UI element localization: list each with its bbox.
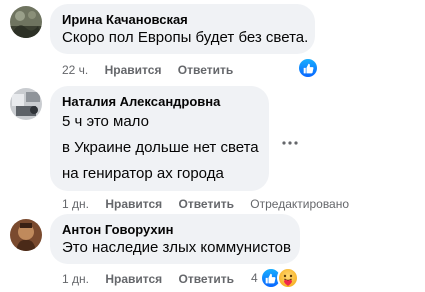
comment-actions: 1 дн. Нравится Ответить Отредактировано <box>62 196 349 212</box>
reaction-count: 4 <box>251 271 258 285</box>
author-name[interactable]: Наталия Александровна <box>62 94 257 110</box>
author-name[interactable]: Ирина Качановская <box>62 12 303 28</box>
comment-text-line-3: на гениратор ах города <box>62 165 224 182</box>
like-reaction-icon <box>297 57 319 79</box>
comment-bubble: Ирина Качановская Скоро пол Европы будет… <box>50 4 315 54</box>
avatar[interactable] <box>10 6 42 38</box>
like-button[interactable]: Нравится <box>105 196 162 212</box>
care-reaction-icon <box>276 267 299 289</box>
comment-actions: 1 дн. Нравится Ответить <box>62 271 247 287</box>
comment-actions: 22 ч. Нравится Ответить <box>62 62 246 78</box>
like-button[interactable]: Нравится <box>105 271 162 287</box>
comment-text-line-1: 5 ч это мало <box>62 113 149 130</box>
more-options-icon[interactable] <box>276 135 304 155</box>
edited-label: Отредактировано <box>250 197 350 211</box>
avatar[interactable] <box>10 88 42 120</box>
timestamp[interactable]: 22 ч. <box>62 62 88 78</box>
like-button[interactable]: Нравится <box>105 62 162 78</box>
reply-button[interactable]: Ответить <box>179 196 234 212</box>
author-name[interactable]: Антон Говорухин <box>62 222 288 238</box>
comment-text-line-2: в Украине дольше нет света <box>62 139 259 156</box>
reaction-summary[interactable] <box>297 57 319 79</box>
timestamp[interactable]: 1 дн. <box>62 196 89 212</box>
timestamp[interactable]: 1 дн. <box>62 271 89 287</box>
avatar-image <box>10 6 42 38</box>
comment-text: Это наследие злых коммунистов <box>62 239 291 256</box>
comment-bubble: Наталия Александровна 5 ч это мало в Укр… <box>50 86 269 191</box>
avatar[interactable] <box>10 219 42 251</box>
avatar-image <box>10 88 42 120</box>
avatar-image <box>10 219 42 251</box>
reply-button[interactable]: Ответить <box>179 271 234 287</box>
comment-text: Скоро пол Европы будет без света. <box>62 29 309 46</box>
reply-button[interactable]: Ответить <box>178 62 233 78</box>
comment-bubble: Антон Говорухин Это наследие злых коммун… <box>50 214 300 264</box>
reaction-summary[interactable]: 4 <box>251 267 299 289</box>
